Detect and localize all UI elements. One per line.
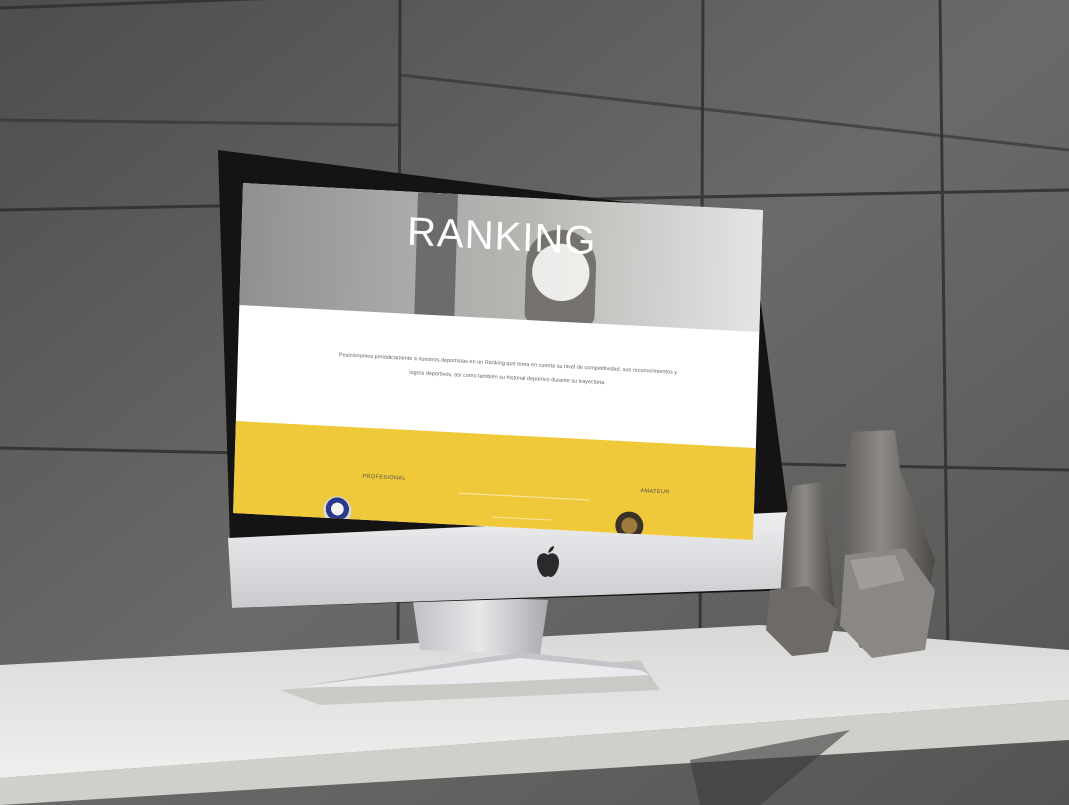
- category-divider-short: [491, 516, 552, 521]
- category-divider: [459, 492, 590, 501]
- ranking-description: Posicionamos periódicamente a nuestros d…: [338, 352, 678, 387]
- mockup-scene: RANKING Posicionamos periódicamente a nu…: [0, 0, 1069, 805]
- category-amateur[interactable]: AMATEUR: [640, 488, 669, 496]
- hero-title: RANKING: [406, 209, 598, 264]
- category-profesional[interactable]: PROFESIONAL: [362, 474, 406, 482]
- monitor-screen: RANKING Posicionamos periódicamente a nu…: [233, 183, 764, 541]
- ranking-hero: RANKING: [239, 183, 764, 333]
